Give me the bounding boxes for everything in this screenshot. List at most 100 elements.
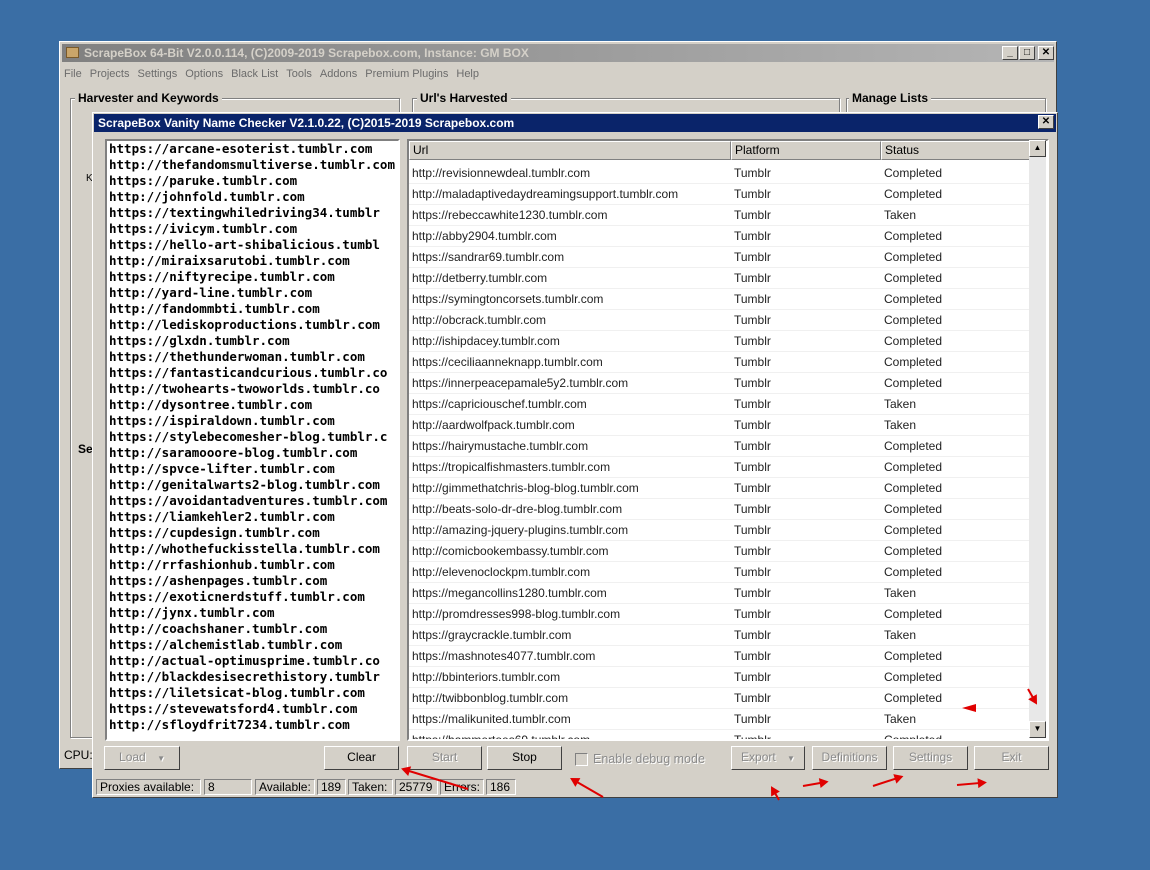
debug-checkbox[interactable] <box>575 753 588 766</box>
table-row[interactable]: http://twibbonblog.tumblr.com Tumblr Compl… <box>409 688 1029 709</box>
url-list-item: https://hello-art-shibalicious.tumbl <box>109 237 380 252</box>
cell-url: http://ishipdacey.tumblr.com <box>412 334 560 348</box>
cell-status: Completed <box>884 691 943 705</box>
dialog-close-icon[interactable]: ✕ <box>1038 115 1054 129</box>
table-row[interactable]: http://obcrack.tumblr.com Tumblr Completed <box>409 310 1029 331</box>
menu-options[interactable]: Options <box>185 68 223 80</box>
table-row[interactable]: http://bbinteriors.tumblr.com Tumblr Compl… <box>409 667 1029 688</box>
table-row[interactable]: https://rebeccawhite1230.tumblr.com Tumbl… <box>409 205 1029 226</box>
url-list-item: http://miraixsarutobi.tumblr.com <box>109 253 350 268</box>
cell-platform: Tumblr <box>734 691 771 705</box>
scroll-up-icon[interactable]: ▲ <box>1029 140 1046 157</box>
cell-url: https://hairymustache.tumblr.com <box>412 439 589 453</box>
proxies-available-value: 8 <box>204 779 252 795</box>
cell-status: Completed <box>884 670 943 684</box>
url-list-item: http://jynx.tumblr.com <box>109 605 275 620</box>
table-row[interactable]: http://gimmethatchris-blog-blog.tumblr.c… <box>409 478 1029 499</box>
menu-premium-plugins[interactable]: Premium Plugins <box>365 68 448 80</box>
menu-help[interactable]: Help <box>456 68 479 80</box>
menu-black-list[interactable]: Black List <box>231 68 278 80</box>
clear-button[interactable]: Clear <box>324 746 399 770</box>
cell-status: Completed <box>884 166 943 180</box>
table-row[interactable]: http://abby2904.tumblr.com Tumblr Complete… <box>409 226 1029 247</box>
debug-mode-label: Enable debug mode <box>593 752 705 766</box>
cell-platform: Tumblr <box>734 628 771 642</box>
url-list-item: https://thethunderwoman.tumblr.com <box>109 349 365 364</box>
url-input-list[interactable]: https://arcane-esoterist.tumblr.com http:… <box>105 139 400 741</box>
settings-button[interactable]: Settings <box>893 746 968 770</box>
table-row[interactable]: https://graycrackle.tumblr.com Tumblr Take… <box>409 625 1029 646</box>
table-row[interactable]: https://sandrar69.tumblr.com Tumblr Comple… <box>409 247 1029 268</box>
cell-platform: Tumblr <box>734 229 771 243</box>
cell-platform: Tumblr <box>734 208 771 222</box>
grid-header-platform[interactable]: Platform <box>731 141 881 160</box>
export-button[interactable]: Export ▼ <box>731 746 805 770</box>
url-list-item: http://johnfold.tumblr.com <box>109 189 305 204</box>
cell-platform: Tumblr <box>734 292 771 306</box>
cell-status: Taken <box>884 208 917 222</box>
start-button[interactable]: Start <box>407 746 482 770</box>
table-row[interactable]: http://maladaptivedaydreamingsupport.tum… <box>409 184 1029 205</box>
table-row[interactable]: https://innerpeacepamale5y2.tumblr.com Tu… <box>409 373 1029 394</box>
url-list-item: https://liletsicat-blog.tumblr.com <box>109 685 365 700</box>
url-list-item: https://alchemistlab.tumblr.com <box>109 637 343 652</box>
cell-status: Completed <box>884 544 943 558</box>
load-button[interactable]: Load ▼ <box>104 746 180 770</box>
stop-button[interactable]: Stop <box>487 746 562 770</box>
cell-status: Completed <box>884 460 943 474</box>
url-list-item: http://lediskoproductions.tumblr.com <box>109 317 380 332</box>
table-row[interactable]: https://symingtoncorsets.tumblr.com Tumbl… <box>409 289 1029 310</box>
close-icon[interactable]: ✕ <box>1038 46 1054 60</box>
cell-status: Completed <box>884 229 943 243</box>
cell-url: http://detberry.tumblr.com <box>412 271 548 285</box>
cell-status: Completed <box>884 649 943 663</box>
dialog-title-bar: ScrapeBox Vanity Name Checker V2.1.0.22,… <box>94 114 1056 132</box>
table-row[interactable]: https://malikunited.tumblr.com Tumblr Take… <box>409 709 1029 730</box>
cell-status: Completed <box>884 313 943 327</box>
export-dropdown-icon: ▼ <box>787 754 795 763</box>
grid-header-url[interactable]: Url <box>409 141 731 160</box>
exit-button[interactable]: Exit <box>974 746 1049 770</box>
dialog-title: ScrapeBox Vanity Name Checker V2.1.0.22,… <box>98 116 515 130</box>
table-row[interactable]: https://ceciliaanneknapp.tumblr.com Tumbl… <box>409 352 1029 373</box>
table-row[interactable]: https://hairymustache.tumblr.com Tumblr Co… <box>409 436 1029 457</box>
menu-settings[interactable]: Settings <box>137 68 177 80</box>
cell-status: Completed <box>884 187 943 201</box>
table-row[interactable]: http://beats-solo-dr-dre-blog.tumblr.com… <box>409 499 1029 520</box>
results-grid[interactable]: Url Platform Status http://revisionnewde… <box>407 139 1049 741</box>
table-row[interactable]: http://revisionnewdeal.tumblr.com Tumblr C… <box>409 163 1029 184</box>
table-row[interactable]: https://tropicalfishmasters.tumblr.com Tu… <box>409 457 1029 478</box>
cell-status: Taken <box>884 586 917 600</box>
url-list-item: http://whothefuckisstella.tumblr.com <box>109 541 380 556</box>
url-list-item: http://genitalwarts2-blog.tumblr.com <box>109 477 380 492</box>
table-row[interactable]: http://detberry.tumblr.com Tumblr Complete… <box>409 268 1029 289</box>
menu-tools[interactable]: Tools <box>286 68 312 80</box>
table-row[interactable]: http://ishipdacey.tumblr.com Tumblr Comple… <box>409 331 1029 352</box>
table-row[interactable]: https://mashnotes4077.tumblr.com Tumblr Co… <box>409 646 1029 667</box>
grid-vertical-scrollbar[interactable]: ▲ ▼ <box>1029 140 1046 738</box>
cell-platform: Tumblr <box>734 187 771 201</box>
scroll-down-icon[interactable]: ▼ <box>1029 721 1046 738</box>
url-list-item: http://sfloydfrit7234.tumblr.com <box>109 717 350 732</box>
grid-header-status[interactable]: Status <box>881 141 1031 160</box>
cell-status: Taken <box>884 418 917 432</box>
table-row[interactable]: http://amazing-jquery-plugins.tumblr.com… <box>409 520 1029 541</box>
table-row[interactable]: http://comicbookembassy.tumblr.com Tumblr… <box>409 541 1029 562</box>
table-row[interactable]: http://aardwolfpack.tumblr.com Tumblr Take… <box>409 415 1029 436</box>
table-row[interactable]: https://hammertoes69.tumblr.com Tumblr Com… <box>409 730 1029 739</box>
maximize-icon[interactable]: □ <box>1019 46 1035 60</box>
cell-url: http://bbinteriors.tumblr.com <box>412 670 561 684</box>
cell-platform: Tumblr <box>734 271 771 285</box>
url-list-item: https://ivicym.tumblr.com <box>109 221 298 236</box>
definitions-button[interactable]: Definitions <box>812 746 887 770</box>
menu-file[interactable]: File <box>64 68 82 80</box>
table-row[interactable]: https://megancollins1280.tumblr.com Tumbl… <box>409 583 1029 604</box>
cell-status: Completed <box>884 334 943 348</box>
menu-addons[interactable]: Addons <box>320 68 357 80</box>
table-row[interactable]: http://promdresses998-blog.tumblr.com Tum… <box>409 604 1029 625</box>
minimize-icon[interactable]: _ <box>1002 46 1018 60</box>
table-row[interactable]: http://elevenoclockpm.tumblr.com Tumblr Co… <box>409 562 1029 583</box>
menu-projects[interactable]: Projects <box>90 68 130 80</box>
table-row[interactable]: https://capriciouschef.tumblr.com Tumblr T… <box>409 394 1029 415</box>
cell-status: Taken <box>884 628 917 642</box>
